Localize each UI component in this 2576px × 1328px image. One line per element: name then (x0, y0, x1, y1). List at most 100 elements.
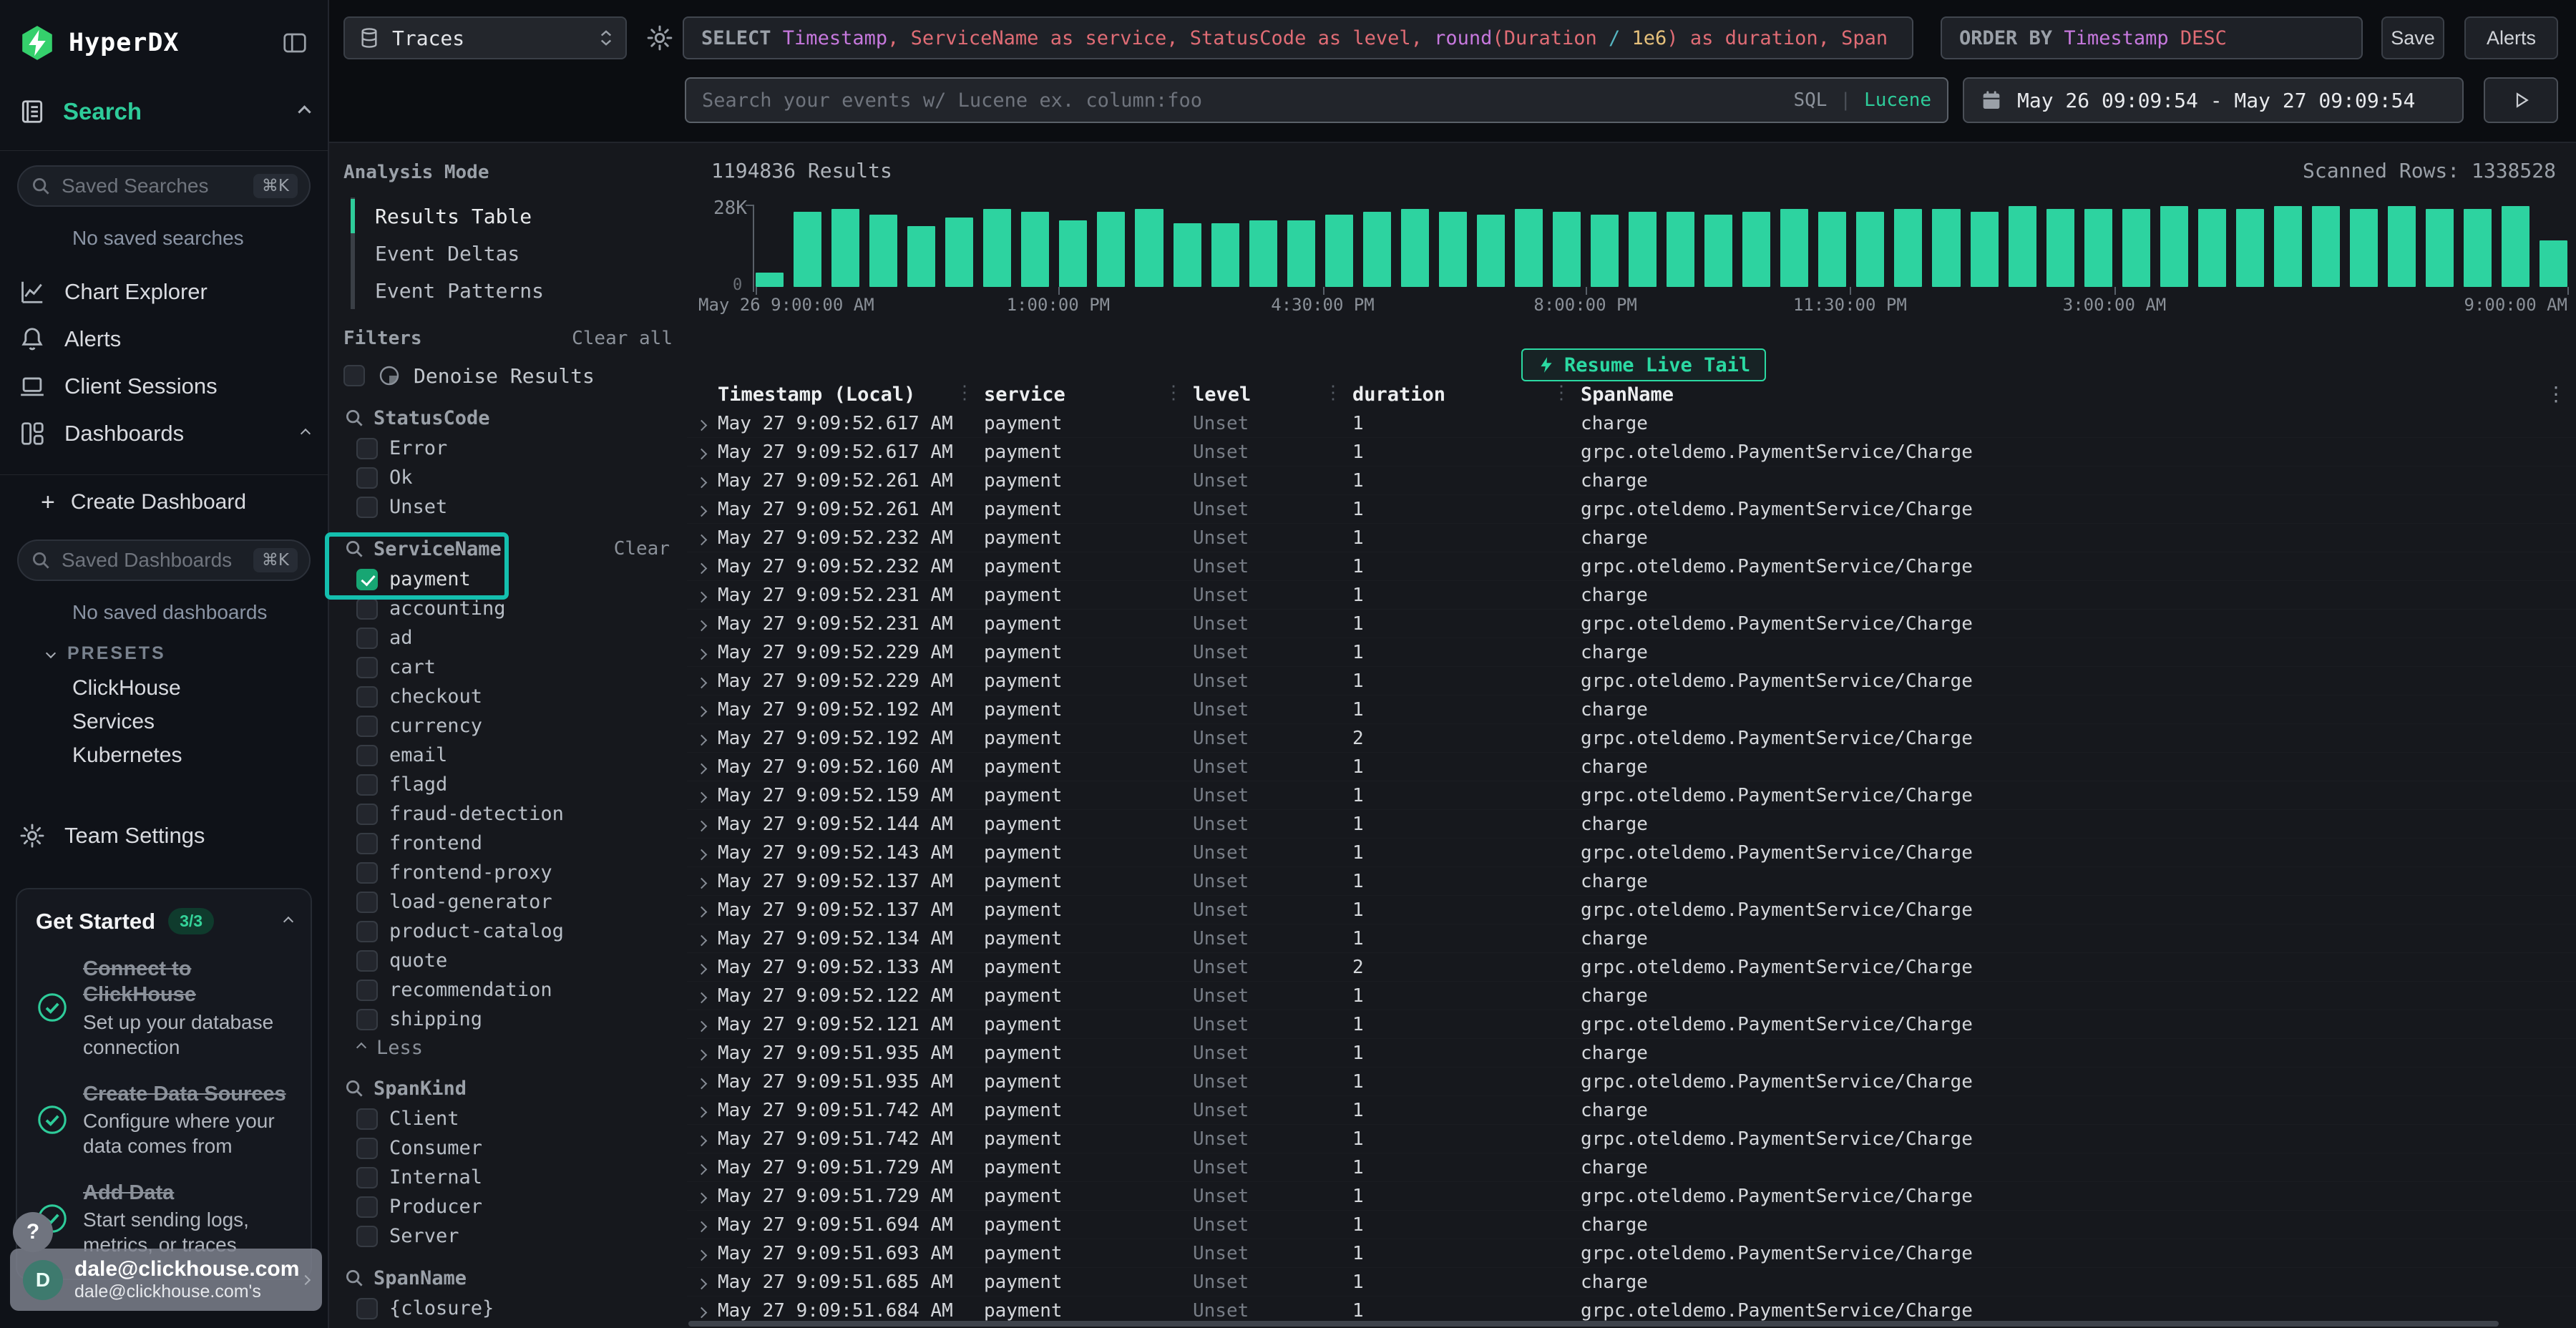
row-expand-chevron[interactable] (698, 1157, 718, 1178)
filter-item-product-catalog[interactable]: product-catalog (343, 917, 673, 946)
filter-item-payment[interactable]: payment (343, 565, 673, 594)
histogram-bar[interactable] (2350, 209, 2378, 287)
row-expand-chevron[interactable] (698, 1014, 718, 1035)
filter-item-load-generator[interactable]: load-generator (343, 887, 673, 917)
sidebar-item-team-settings[interactable]: Team Settings (0, 812, 328, 859)
histogram-bar[interactable] (869, 215, 897, 287)
table-row[interactable]: May 27 9:09:52.261 AMpaymentUnset1grpc.o… (687, 495, 2576, 524)
histogram-bar[interactable] (2540, 240, 2567, 287)
mode-toggle-sql[interactable]: SQL (1793, 89, 1827, 111)
row-expand-chevron[interactable] (698, 928, 718, 949)
histogram-bar[interactable] (1553, 212, 1581, 287)
histogram-bar[interactable] (2312, 206, 2340, 287)
checkbox[interactable] (356, 892, 378, 913)
row-expand-chevron[interactable] (698, 1271, 718, 1293)
table-row[interactable]: May 27 9:09:52.144 AMpaymentUnset1charge (687, 810, 2576, 839)
analysis-option-results-table[interactable]: Results Table (355, 197, 673, 235)
histogram-bar[interactable] (907, 226, 935, 287)
checkbox[interactable] (356, 1226, 378, 1247)
histogram-bar[interactable] (1629, 212, 1657, 287)
histogram-bar[interactable] (2122, 209, 2150, 287)
row-expand-chevron[interactable] (698, 642, 718, 663)
filter-item-Unset[interactable]: Unset (343, 492, 673, 522)
checkbox[interactable] (356, 1167, 378, 1188)
sidebar-item-search[interactable]: Search (0, 90, 328, 133)
row-expand-chevron[interactable] (698, 1128, 718, 1150)
table-row[interactable]: May 27 9:09:51.742 AMpaymentUnset1grpc.o… (687, 1125, 2576, 1153)
filter-item-Internal[interactable]: Internal (343, 1163, 673, 1192)
filter-clear-button[interactable]: Clear (614, 538, 670, 560)
filter-item-recommendation[interactable]: recommendation (343, 975, 673, 1005)
checkbox[interactable] (356, 1009, 378, 1030)
row-expand-chevron[interactable] (698, 585, 718, 606)
row-expand-chevron[interactable] (698, 413, 718, 434)
histogram-bar[interactable] (1401, 209, 1429, 287)
table-row[interactable]: May 27 9:09:52.133 AMpaymentUnset2grpc.o… (687, 953, 2576, 982)
table-row[interactable]: May 27 9:09:51.694 AMpaymentUnset1charge (687, 1211, 2576, 1239)
sidebar-item-alerts[interactable]: Alerts (0, 316, 328, 363)
order-by-editor[interactable]: ORDER BY Timestamp DESC (1941, 16, 2363, 59)
clear-all-button[interactable]: Clear all (572, 328, 673, 349)
row-expand-chevron[interactable] (698, 1300, 718, 1322)
histogram-bar[interactable] (2046, 209, 2074, 287)
histogram-bar[interactable] (756, 273, 784, 287)
filter-item-Consumer[interactable]: Consumer (343, 1133, 673, 1163)
filter-item-fraud-detection[interactable]: fraud-detection (343, 799, 673, 829)
search-input[interactable] (702, 89, 1780, 112)
histogram-bar[interactable] (1971, 212, 1999, 287)
time-range-picker[interactable]: May 26 09:09:54 - May 27 09:09:54 (1963, 77, 2464, 123)
table-row[interactable]: May 27 9:09:52.231 AMpaymentUnset1grpc.o… (687, 610, 2576, 638)
histogram-bar[interactable] (2236, 209, 2264, 287)
get-started-step-sources[interactable]: Create Data Sources Configure where your… (36, 1081, 292, 1158)
checkbox[interactable] (356, 438, 378, 459)
saved-searches-input[interactable]: Saved Searches ⌘K (17, 165, 311, 207)
column-header-duration[interactable]: duration (1352, 384, 1581, 406)
column-settings-kebab-icon[interactable]: ⋮ (2546, 382, 2566, 406)
denoise-results-toggle[interactable]: Denoise Results (343, 361, 673, 391)
sql-select-editor[interactable]: SELECT Timestamp, ServiceName as service… (683, 16, 1913, 59)
alerts-button[interactable]: Alerts (2464, 16, 2558, 59)
histogram-bar[interactable] (1932, 209, 1960, 287)
row-expand-chevron[interactable] (698, 499, 718, 520)
row-expand-chevron[interactable] (698, 1243, 718, 1264)
row-expand-chevron[interactable] (698, 470, 718, 492)
filter-item-quote[interactable]: quote (343, 946, 673, 975)
table-row[interactable]: May 27 9:09:51.742 AMpaymentUnset1charge (687, 1096, 2576, 1125)
analysis-option-event-deltas[interactable]: Event Deltas (355, 235, 673, 272)
sidebar-item-services[interactable]: Services (0, 705, 328, 738)
filter-item-ad[interactable]: ad (343, 623, 673, 653)
filter-item-Error[interactable]: Error (343, 434, 673, 463)
filter-item-accounting[interactable]: accounting (343, 594, 673, 623)
table-row[interactable]: May 27 9:09:51.935 AMpaymentUnset1grpc.o… (687, 1068, 2576, 1096)
sidebar-item-clickhouse[interactable]: ClickHouse (0, 671, 328, 705)
row-expand-chevron[interactable] (698, 785, 718, 806)
sidebar-item-client-sessions[interactable]: Client Sessions (0, 363, 328, 410)
filter-item-email[interactable]: email (343, 741, 673, 770)
filter-item-checkout[interactable]: checkout (343, 682, 673, 711)
histogram-bar[interactable] (2388, 206, 2416, 287)
table-row[interactable]: May 27 9:09:52.229 AMpaymentUnset1charge (687, 638, 2576, 667)
table-row[interactable]: May 27 9:09:52.134 AMpaymentUnset1charge (687, 924, 2576, 953)
run-query-button[interactable] (2484, 77, 2558, 123)
checkbox[interactable] (356, 467, 378, 489)
histogram-bar[interactable] (1742, 212, 1770, 287)
filter-item-currency[interactable]: currency (343, 711, 673, 741)
table-row[interactable]: May 27 9:09:52.232 AMpaymentUnset1charge (687, 524, 2576, 552)
histogram-bar[interactable] (1515, 209, 1543, 287)
row-expand-chevron[interactable] (698, 556, 718, 577)
column-header-spanname[interactable]: SpanName (1581, 384, 2576, 406)
histogram-bar[interactable] (2160, 206, 2188, 287)
row-expand-chevron[interactable] (698, 527, 718, 549)
histogram-bar[interactable] (2084, 209, 2112, 287)
histogram-bar[interactable] (1477, 215, 1505, 287)
histogram-bar[interactable] (2009, 206, 2036, 287)
sidebar-item-kubernetes[interactable]: Kubernetes (0, 738, 328, 772)
save-button[interactable]: Save (2381, 16, 2444, 59)
row-expand-chevron[interactable] (698, 699, 718, 721)
checkbox[interactable] (356, 862, 378, 884)
row-expand-chevron[interactable] (698, 1043, 718, 1064)
histogram-bar[interactable] (1780, 209, 1808, 287)
histogram-bar[interactable] (2464, 209, 2492, 287)
row-expand-chevron[interactable] (698, 1186, 718, 1207)
row-expand-chevron[interactable] (698, 441, 718, 463)
